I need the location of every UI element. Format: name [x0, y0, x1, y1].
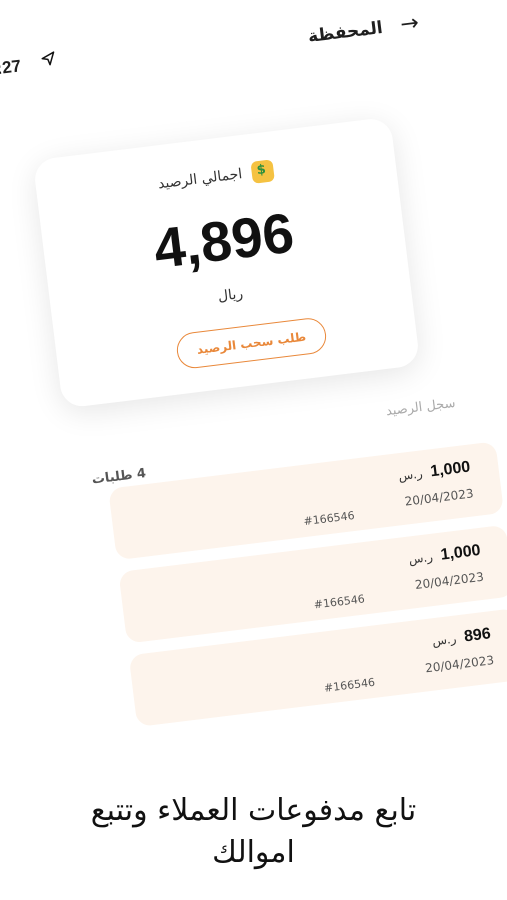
item-amount-row: 1,000 ر.س: [408, 542, 482, 569]
item-currency: ر.س: [407, 549, 434, 567]
item-amount-row: 896 ر.س: [431, 625, 492, 650]
balance-label: اجمالي الرصيد: [157, 166, 244, 193]
location-arrow-icon: [41, 51, 55, 66]
arrow-right-icon[interactable]: →: [399, 11, 420, 38]
withdraw-request-button[interactable]: طلب سحب الرصيد: [174, 316, 329, 371]
item-id: #166546: [313, 592, 366, 612]
item-date: 20/04/2023: [403, 486, 475, 509]
item-id: #166546: [323, 675, 376, 695]
item-currency: ر.س: [431, 631, 458, 649]
balance-card: اجمالي الرصيد 4,896 ريال طلب سحب الرصيد: [32, 116, 421, 409]
header: المحفظة →: [306, 11, 420, 48]
balance-log-title: سجل الرصيد: [385, 395, 457, 420]
caption-line-2: اموالك: [212, 835, 295, 870]
promo-caption: تابع مدفوعات العملاء وتتبع اموالك: [0, 790, 507, 874]
item-amount-row: 1,000 ر.س: [397, 458, 472, 486]
item-date: 20/04/2023: [424, 653, 495, 676]
item-amount: 1,000: [439, 541, 482, 564]
item-date: 20/04/2023: [414, 569, 485, 593]
item-currency: ر.س: [397, 466, 424, 484]
item-amount: 896: [463, 625, 492, 646]
phone-screen: 9:27 المحفظة → اجمالي الرصيد 4,896 ريال …: [0, 0, 507, 798]
item-amount: 1,000: [429, 458, 472, 481]
status-time: 9:27: [0, 56, 23, 80]
money-bag-icon: [250, 159, 276, 184]
page-title: المحفظة: [306, 17, 384, 47]
item-id: #166546: [302, 508, 356, 529]
balance-log-list: 1,000 ر.س 20/04/2023 #166546 1,000 ر.س 2…: [108, 441, 507, 739]
caption-line-1: تابع مدفوعات العملاء وتتبع: [90, 793, 417, 828]
